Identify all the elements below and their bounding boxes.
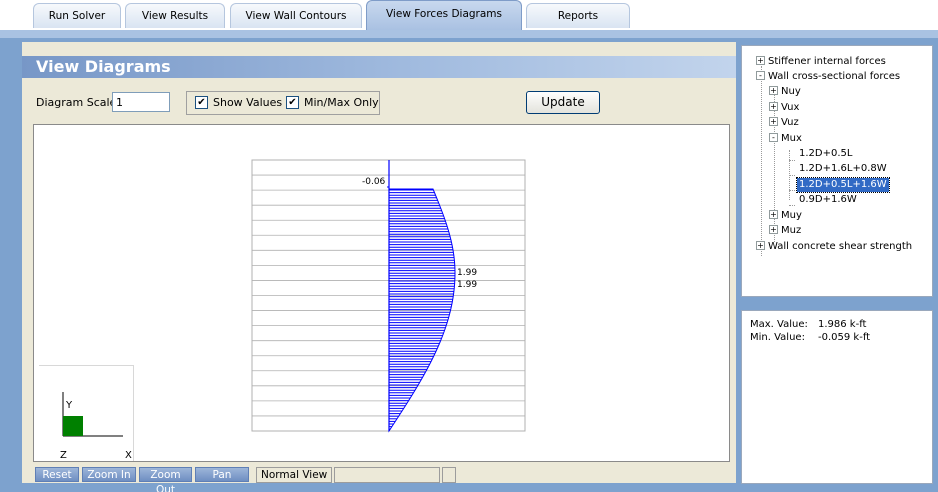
tree-item-vuz[interactable]: + Vuz [769,116,799,130]
max-value: 1.986 k-ft [818,319,867,330]
diagram-scale-input[interactable] [112,92,170,112]
axis-indicator-graphic: Y Z X [60,392,132,461]
tree-item-label: Muz [781,225,802,236]
tree-item-wall-concrete-shear-strength[interactable]: + Wall concrete shear strength [756,240,912,254]
expand-icon[interactable]: + [769,86,778,95]
tree-item-label: 1.2D+0.5L+1.6W [796,177,890,193]
content-top-strip [0,30,938,38]
bottom-toolbar: Reset Zoom In Zoom Out Pan Normal View [22,467,736,492]
max-value-label: Max. Value: [750,319,808,330]
axis-indicator: Y Z X [39,365,134,461]
display-options-group: ✔ Show Values ✔ Min/Max Only [186,91,380,115]
tree-item-label: Wall concrete shear strength [768,241,913,252]
max-value-row: Max. Value: 1.986 k-ft [750,319,866,330]
tree-item-label: Vuz [781,117,799,128]
tree-item-combo-4[interactable]: 0.9D+1.6W [797,193,859,207]
tree-item-combo-3-selected[interactable]: 1.2D+0.5L+1.6W [796,177,890,193]
tree-item-muy[interactable]: + Muy [769,209,802,223]
expand-icon[interactable]: + [769,117,778,126]
zoom-out-button[interactable]: Zoom Out [139,467,192,492]
axis-label-z: Z [60,450,67,461]
panel-title: View Diagrams [36,57,171,76]
tree-item-vux[interactable]: + Vux [769,101,799,115]
tab-view-wall-contours[interactable]: View Wall Contours [230,3,362,28]
max-value-label-b: 1.99 [457,280,477,290]
update-button[interactable]: Update [526,91,600,114]
tree-item-wall-cross-sectional-forces[interactable]: - Wall cross-sectional forces [756,70,900,84]
expand-icon[interactable]: + [769,225,778,234]
moment-diagram-hatch [387,186,455,430]
tree-item-muz[interactable]: + Muz [769,224,801,238]
collapse-icon[interactable]: - [756,71,765,80]
min-value: -0.059 k-ft [818,332,871,343]
panel-header: View Diagrams [22,56,736,78]
view-mode-status: Normal View [256,467,332,483]
result-tree-panel: + Stiffener internal forces - Wall cross-s… [741,45,933,297]
reset-button[interactable]: Reset [35,467,79,482]
tab-reports[interactable]: Reports [526,3,630,28]
show-values-label: Show Values [213,96,283,109]
min-value-label: Min. Value: [750,332,805,343]
max-value-label-a: 1.99 [457,268,477,278]
min-value-label: -0.06 [362,177,386,187]
tree-item-label: 1.2D+1.6L+0.8W [799,163,887,174]
tree-item-label: 0.9D+1.6W [799,194,857,205]
tree-item-label: Nuy [781,86,801,97]
show-values-checkbox[interactable]: ✔ [195,96,208,109]
minmax-only-label: Min/Max Only [304,96,379,109]
expand-icon[interactable]: + [769,102,778,111]
zoom-in-button[interactable]: Zoom In [82,467,136,482]
expand-icon[interactable]: + [756,241,765,250]
value-summary-panel: Max. Value: 1.986 k-ft Min. Value: -0.059 … [741,310,933,484]
tree-item-mux[interactable]: - Mux [769,132,802,146]
expand-icon[interactable]: + [756,56,765,65]
tree-item-label: Muy [781,210,802,221]
tree-item-label: Vux [781,102,800,113]
status-cell-2 [334,467,440,483]
view-diagrams-panel: View Diagrams Diagram Scale: ✔ Show Valu… [22,42,736,492]
tree-item-combo-2[interactable]: 1.2D+1.6L+0.8W [797,162,889,176]
collapse-icon[interactable]: - [769,133,778,142]
tab-bar: Run Solver View Results View Wall Contou… [0,0,938,30]
tab-run-solver[interactable]: Run Solver [33,3,121,28]
axis-label-x: X [125,450,132,461]
tree-item-combo-1[interactable]: 1.2D+0.5L [797,147,854,161]
tab-view-results[interactable]: View Results [125,3,225,28]
tree-item-label: Mux [781,133,802,144]
min-value-row: Min. Value: -0.059 k-ft [750,332,870,343]
minmax-only-checkbox[interactable]: ✔ [286,96,299,109]
tree-item-label: Wall cross-sectional forces [768,71,901,82]
pan-button[interactable]: Pan [195,467,249,482]
force-diagram: -0.06 1.99 1.99 [251,159,526,433]
diagram-canvas[interactable]: -0.06 1.99 1.99 Y Z X [33,124,730,462]
tree-item-stiffener-internal-forces[interactable]: + Stiffener internal forces [756,55,886,69]
axis-label-y: Y [65,400,73,411]
diagram-scale-label: Diagram Scale: [36,96,121,109]
axis-origin-marker [63,416,83,436]
tree-item-nuy[interactable]: + Nuy [769,85,801,99]
tree-item-label: Stiffener internal forces [768,56,886,67]
tree-item-label: 1.2D+0.5L [799,148,853,159]
tab-view-forces-diagrams[interactable]: View Forces Diagrams [366,0,522,30]
status-cell-3 [442,467,456,483]
expand-icon[interactable]: + [769,210,778,219]
